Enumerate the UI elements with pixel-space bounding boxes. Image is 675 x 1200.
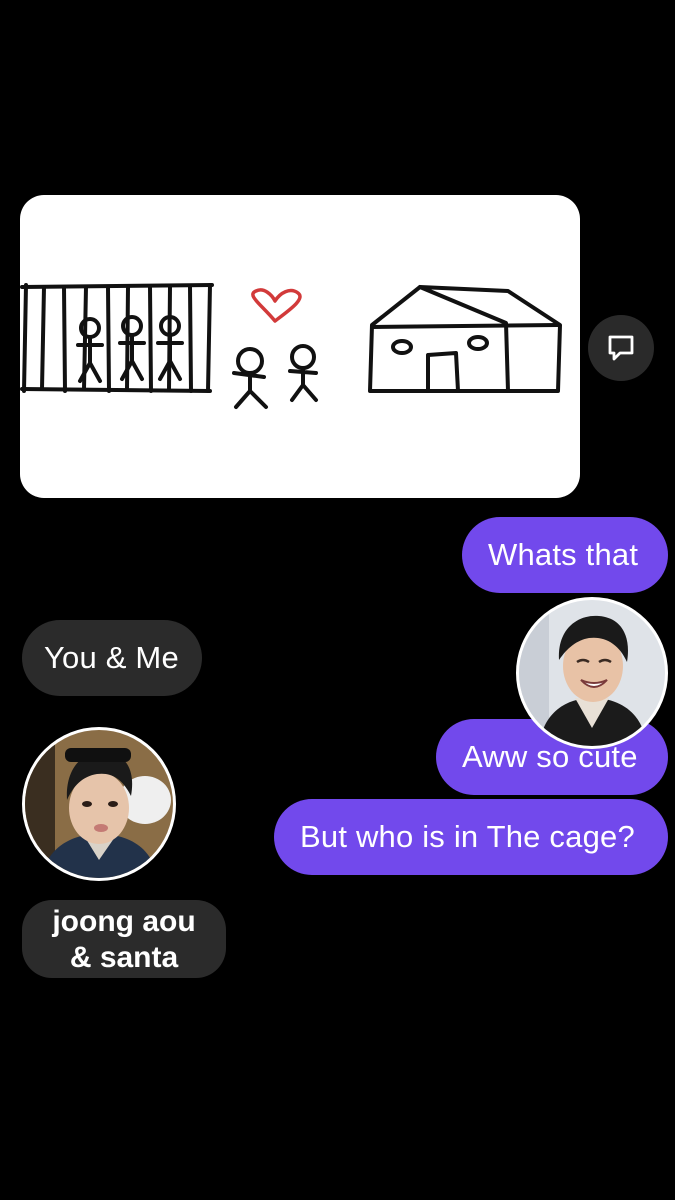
reply-button[interactable]: [588, 315, 654, 381]
message-text: Whats that: [488, 537, 639, 572]
caption-label: joong aou & santa: [22, 900, 226, 978]
avatar-left: [22, 727, 176, 881]
message-bubble-sent[interactable]: Whats that: [462, 517, 668, 593]
message-text: But who is in The cage?: [300, 819, 635, 854]
image-message[interactable]: [20, 195, 580, 498]
message-bubble-sent[interactable]: But who is in The cage?: [274, 799, 668, 875]
message-bubble-received[interactable]: You & Me: [22, 620, 202, 696]
message-text: You & Me: [44, 640, 179, 675]
reply-bubble-icon: [608, 335, 634, 361]
caption-line-1: joong aou: [52, 905, 196, 938]
hand-drawing: [20, 283, 562, 409]
avatar-photo: [519, 600, 665, 746]
heart-icon: [251, 288, 302, 323]
avatar-photo: [25, 730, 173, 878]
avatar-right: [516, 597, 668, 749]
caption-line-2: & santa: [69, 941, 179, 974]
